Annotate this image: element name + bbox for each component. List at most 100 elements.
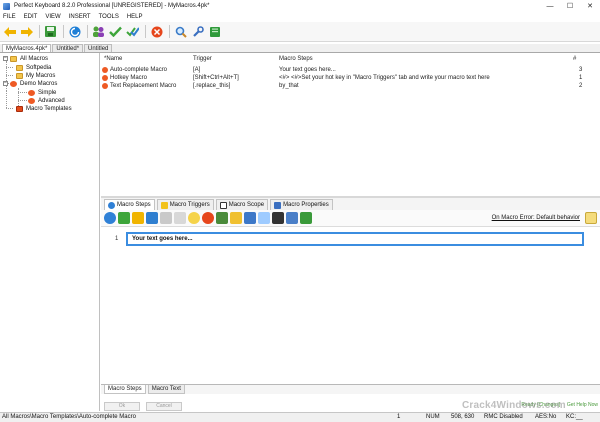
stop-button[interactable] [149, 24, 164, 39]
copy-icon[interactable] [174, 212, 186, 224]
macro-folder-icon [28, 97, 35, 104]
help-button[interactable] [585, 212, 597, 224]
row-count: 2 [579, 83, 583, 89]
macro-step-input[interactable]: Your text goes here... [126, 232, 584, 246]
ok-button[interactable]: Ok [104, 401, 140, 411]
options-icon[interactable] [244, 212, 256, 224]
close-button[interactable]: ✕ [580, 0, 600, 12]
row-steps: <#> <#>Set your hot key in "Macro Trigge… [279, 75, 490, 81]
column-header-trigger[interactable]: Trigger [193, 56, 212, 62]
settings-button[interactable] [190, 24, 205, 39]
tree-connector [6, 91, 7, 108]
add-step-icon[interactable] [118, 212, 130, 224]
doc-tab-untitled-2[interactable]: Untitled [84, 44, 113, 52]
question-icon [219, 201, 227, 209]
row-steps: Your text goes here... [279, 67, 336, 73]
toolbar-separator [39, 25, 40, 38]
row-name: Hotkey Macro [110, 75, 148, 81]
on-macro-error-link[interactable]: On Macro Error: Default behavior [492, 215, 580, 221]
get-help-link[interactable]: Get Help Now [567, 402, 598, 408]
download-icon[interactable] [146, 212, 158, 224]
row-count: 1 [579, 75, 583, 81]
status-num: NUM [426, 414, 440, 420]
tree-item-label: Macro Templates [26, 105, 72, 112]
tab-macro-text[interactable]: Macro Text [147, 385, 185, 394]
arrow-left-icon [3, 26, 16, 37]
save-button[interactable] [43, 24, 58, 39]
tab-label: Macro Properties [283, 202, 329, 208]
menu-view[interactable]: VIEW [45, 14, 60, 20]
row-trigger: [A] [193, 67, 201, 73]
table-row[interactable]: Auto-complete Macro [A] Your text goes h… [101, 66, 600, 74]
macro-steps-icon [108, 201, 115, 209]
minimize-button[interactable]: — [540, 0, 560, 12]
status-bar: All Macros\Macro Templates\Auto-complete… [0, 412, 600, 422]
book-icon[interactable] [300, 212, 312, 224]
tree-item-label: Demo Macros [20, 80, 58, 87]
forward-button[interactable] [19, 24, 34, 39]
column-header-name[interactable]: *Name [104, 56, 122, 62]
tree-item-all-macros[interactable]: All Macros [10, 54, 48, 63]
tab-macro-steps[interactable]: Macro Steps [104, 199, 155, 210]
run-macro-button[interactable] [67, 24, 82, 39]
check-icon [109, 26, 122, 37]
menu-file[interactable]: FILE [3, 14, 16, 20]
document-icon[interactable] [286, 212, 298, 224]
check-all-button[interactable] [125, 24, 140, 39]
tree-collapse-toggle[interactable]: − [3, 56, 8, 61]
macro-run-icon[interactable] [104, 212, 116, 224]
move-step-icon[interactable] [132, 212, 144, 224]
line-number: 1 [115, 236, 119, 242]
tab-macro-scope[interactable]: Macro Scope [215, 199, 269, 210]
macro-icon [102, 83, 108, 89]
menu-tools[interactable]: TOOLS [99, 14, 119, 20]
save-icon [45, 26, 56, 37]
cancel-button[interactable]: Cancel [146, 401, 182, 411]
search-icon[interactable] [258, 212, 270, 224]
insert-icon[interactable] [230, 212, 242, 224]
status-path: All Macros\Macro Templates\Auto-complete… [2, 414, 136, 420]
doc-tab-mymacros[interactable]: MyMacros.4pk* [2, 44, 52, 52]
row-steps: by_that [279, 83, 299, 89]
tab-label: Macro Triggers [169, 202, 210, 208]
table-row[interactable]: Hotkey Macro [Shift+Ctrl+Alt+T] <#> <#>S… [101, 74, 600, 82]
tree-collapse-toggle[interactable]: − [3, 81, 8, 86]
menu-edit[interactable]: EDIT [24, 14, 38, 20]
double-check-icon [126, 27, 139, 37]
back-button[interactable] [2, 24, 17, 39]
maximize-button[interactable]: ☐ [560, 0, 580, 12]
doc-tab-untitled-1[interactable]: Untitled* [52, 44, 84, 52]
tab-macro-triggers[interactable]: Macro Triggers [156, 199, 214, 210]
search-button[interactable] [173, 24, 188, 39]
table-row[interactable]: Text Replacement Macro [.replace_this] b… [101, 82, 600, 90]
editor-toolbar: On Macro Error: Default behavior [101, 210, 600, 227]
tree-item-macro-templates[interactable]: Macro Templates [16, 104, 72, 113]
book-button[interactable] [207, 24, 222, 39]
users-button[interactable] [91, 24, 106, 39]
tab-macro-properties[interactable]: Macro Properties [270, 199, 333, 210]
scissors-icon[interactable] [160, 212, 172, 224]
triangle-icon[interactable] [272, 212, 284, 224]
macro-folder-icon [10, 80, 17, 87]
row-name: Text Replacement Macro [110, 83, 177, 89]
macro-run-icon [69, 26, 80, 37]
tree-item-demo-macros[interactable]: Demo Macros [10, 79, 57, 88]
column-header-count[interactable]: # [573, 56, 576, 62]
tab-macro-steps-bottom[interactable]: Macro Steps [104, 385, 146, 394]
tree-connector [6, 61, 7, 91]
menu-help[interactable]: HELP [127, 14, 143, 20]
delete-icon[interactable] [202, 212, 214, 224]
tree-item-label: Simple [38, 89, 57, 96]
window-title: Perfect Keyboard 8.2.0 Professional [UNR… [14, 3, 210, 9]
status-kc: KC:__ [566, 414, 583, 420]
template-folder-icon [16, 105, 23, 112]
column-header-steps[interactable]: Macro Steps [279, 56, 313, 62]
status-coords: 508, 630 [451, 414, 475, 420]
title-bar: Perfect Keyboard 8.2.0 Professional [UNR… [0, 0, 600, 12]
macro-icon [102, 67, 108, 73]
approve-button[interactable] [108, 24, 123, 39]
edit-icon[interactable] [216, 212, 228, 224]
search-icon [175, 26, 187, 38]
paste-icon[interactable] [188, 212, 200, 224]
menu-insert[interactable]: INSERT [69, 14, 91, 20]
